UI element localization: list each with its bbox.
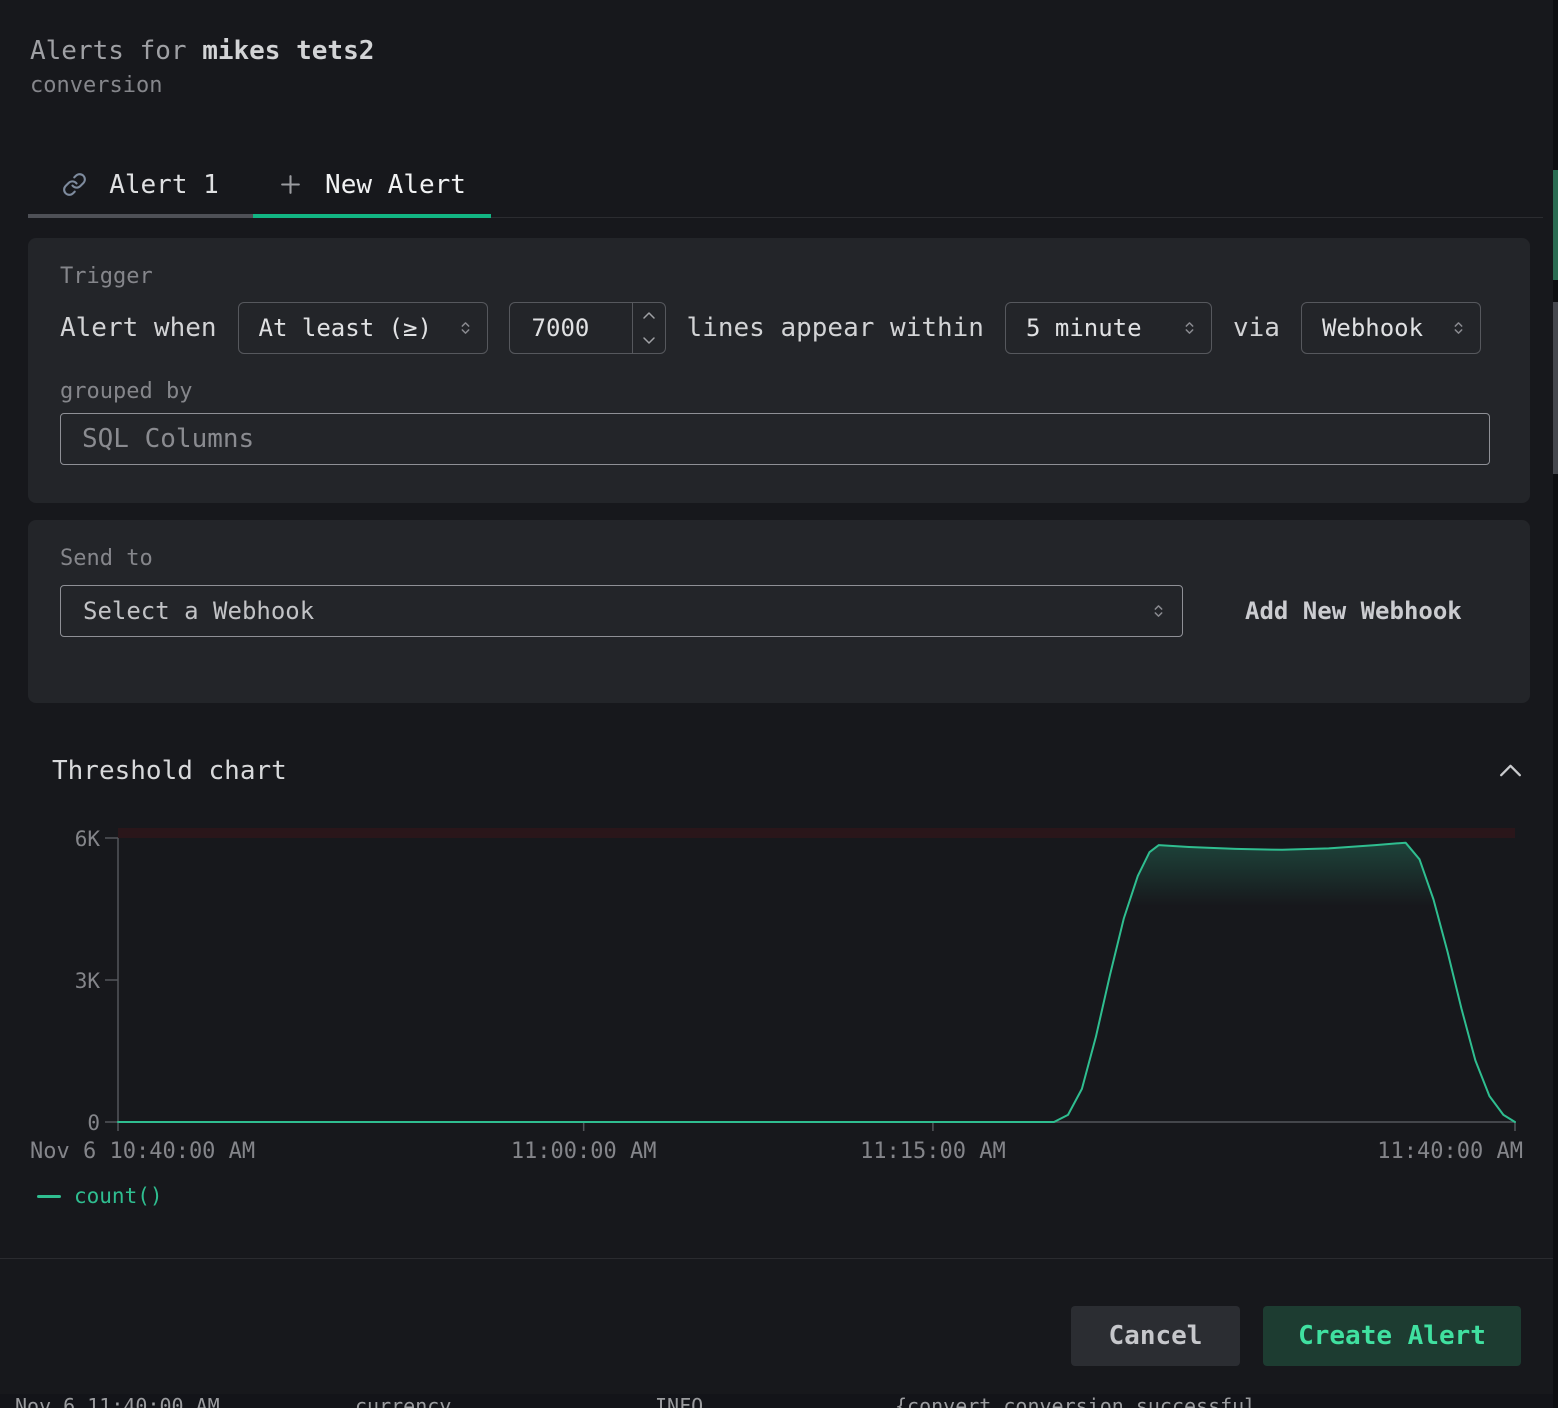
send-to-label: Send to [60, 546, 1490, 571]
log-row-level: INFO [655, 1394, 703, 1408]
group-by-input[interactable] [60, 413, 1490, 465]
log-row-message: {convert conversion successful [895, 1394, 1256, 1408]
window-select-value: 5 minute [1026, 314, 1142, 342]
svg-text:3K: 3K [75, 969, 101, 993]
footer-divider [0, 1258, 1553, 1259]
page-title-prefix: Alerts for [30, 36, 202, 66]
webhook-select[interactable]: Select a Webhook [60, 585, 1183, 637]
collapse-chart-button[interactable] [1497, 759, 1524, 783]
trigger-panel: Trigger Alert when At least (≥) 7000 [28, 238, 1530, 503]
trigger-section-label: Trigger [60, 264, 1490, 289]
legend-label: count() [74, 1184, 163, 1208]
create-alert-button[interactable]: Create Alert [1263, 1306, 1521, 1366]
page-title: Alerts for mikes tets2 [30, 36, 374, 66]
svg-text:0: 0 [87, 1111, 100, 1135]
chevron-updown-icon [1450, 319, 1467, 337]
grouped-by-label: grouped by [60, 379, 1490, 404]
plus-icon [278, 172, 303, 197]
chart-legend: count() [37, 1184, 163, 1208]
threshold-chart-header: Threshold chart [52, 756, 1524, 786]
alert-tabs: Alert 1 New Alert [28, 152, 1543, 218]
background-green-element [1553, 170, 1558, 280]
alert-modal: Alerts for mikes tets2 conversion Alert … [0, 0, 1553, 1408]
background-page-edge [1553, 0, 1558, 1408]
tab-new-alert-label: New Alert [325, 170, 466, 200]
chevron-updown-icon [1150, 602, 1167, 620]
stepper-down-button[interactable] [633, 328, 665, 353]
page-subtitle: conversion [30, 73, 374, 98]
link-icon [62, 172, 87, 197]
send-to-row: Select a Webhook Add New Webhook [60, 585, 1490, 637]
svg-text:11:15:00 AM: 11:15:00 AM [860, 1139, 1006, 1162]
window-select[interactable]: 5 minute [1005, 302, 1212, 354]
condition-select-value: At least (≥) [259, 314, 432, 342]
svg-text:6K: 6K [75, 827, 101, 851]
svg-text:11:00:00 AM: 11:00:00 AM [511, 1139, 657, 1162]
send-to-panel: Send to Select a Webhook Add New Webhook [28, 520, 1530, 703]
threshold-number-input[interactable]: 7000 [509, 302, 666, 354]
add-new-webhook-button[interactable]: Add New Webhook [1245, 597, 1462, 625]
via-text: via [1233, 313, 1280, 343]
modal-header: Alerts for mikes tets2 conversion [30, 36, 374, 98]
svg-text:11:40:00 AM: 11:40:00 AM [1377, 1139, 1523, 1162]
chevron-updown-icon [1181, 319, 1198, 337]
log-row-attribute: currency [355, 1394, 451, 1408]
threshold-chart-svg: 0 3K 6K Nov 6 10:40:00 AM 11:00:00 AM 11:15:0… [0, 810, 1558, 1162]
cancel-button[interactable]: Cancel [1071, 1306, 1240, 1366]
tab-alert-1[interactable]: Alert 1 [28, 152, 253, 217]
condition-select[interactable]: At least (≥) [238, 302, 488, 354]
tab-alert-1-label: Alert 1 [109, 170, 219, 200]
stepper-up-button[interactable] [633, 303, 665, 328]
legend-swatch [37, 1195, 61, 1198]
page-scrollbar-thumb[interactable] [1553, 302, 1558, 474]
tab-new-alert[interactable]: New Alert [253, 152, 491, 217]
trigger-row: Alert when At least (≥) 7000 line [60, 302, 1490, 354]
chevron-up-icon [1497, 759, 1524, 783]
threshold-stepper [632, 303, 665, 353]
background-log-row: Nov 6 11:40:00 AM currency INFO {convert… [0, 1394, 1553, 1408]
channel-select-value: Webhook [1322, 314, 1423, 342]
alert-when-text: Alert when [60, 313, 217, 343]
lines-appear-text: lines appear within [687, 313, 984, 343]
svg-text:Nov 6 10:40:00 AM: Nov 6 10:40:00 AM [30, 1139, 255, 1162]
webhook-select-placeholder: Select a Webhook [83, 597, 314, 625]
threshold-number-value: 7000 [510, 303, 632, 353]
page-title-source-name: mikes tets2 [202, 36, 374, 66]
chevron-updown-icon [457, 319, 474, 337]
threshold-chart-title: Threshold chart [52, 756, 287, 786]
channel-select[interactable]: Webhook [1301, 302, 1481, 354]
log-row-timestamp: Nov 6 11:40:00 AM [15, 1394, 220, 1408]
